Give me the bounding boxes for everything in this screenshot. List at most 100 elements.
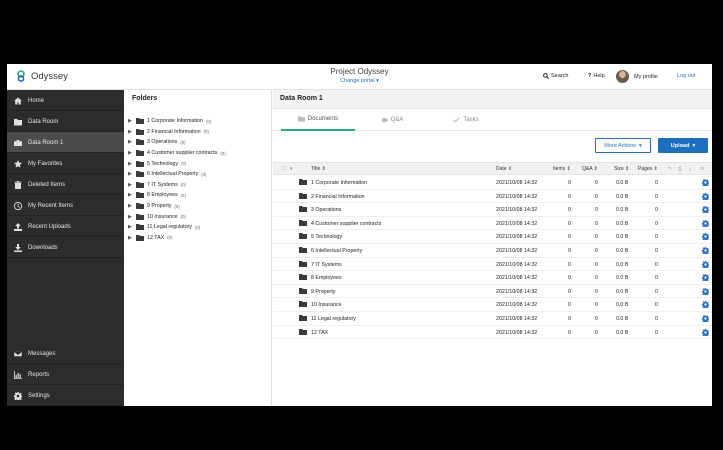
table-row[interactable]: 11 Legal regulatory 2021/10/08 14:32 0 0 0.0…	[273, 312, 712, 326]
profile-link[interactable]: My profile	[616, 70, 658, 83]
upload-icon	[13, 222, 22, 231]
row-title[interactable]: 5 Technology	[311, 234, 342, 240]
folder-tree-item[interactable]: ▶ 5 Technology (0)	[128, 158, 186, 169]
row-settings-icon[interactable]	[702, 274, 709, 282]
row-settings-icon[interactable]	[702, 233, 709, 241]
table-row[interactable]: 3 Operations 2021/10/08 14:32 0 0 0.0 B 0	[273, 203, 712, 217]
expand-caret-icon[interactable]: ▶	[128, 182, 133, 188]
row-title[interactable]: 6 Intellectual Property	[311, 248, 362, 254]
folder-name: 7 IT Systems	[147, 181, 178, 188]
row-settings-icon[interactable]	[702, 328, 709, 336]
print-icon[interactable]: ⎙	[678, 166, 682, 172]
sidebar-item-recent-uploads[interactable]: Recent Uploads	[7, 216, 124, 237]
sidebar-item-my-favorites[interactable]: My Favorites	[7, 153, 124, 174]
expand-caret-icon[interactable]: ▶	[128, 192, 133, 198]
row-title[interactable]: 12 TAX	[311, 330, 328, 336]
expand-caret-icon[interactable]: ▶	[128, 203, 133, 209]
column-size[interactable]: Size ⇕	[614, 166, 629, 172]
column-qa[interactable]: Q&A ⇕	[582, 166, 598, 172]
sidebar-item-deleted-items[interactable]: Deleted Items	[7, 174, 124, 195]
help-link[interactable]: ? Help	[588, 73, 605, 79]
folder-tree-item[interactable]: ▶ 7 IT Systems (0)	[128, 180, 186, 191]
row-title[interactable]: 4 Customer supplier contracts	[311, 221, 381, 227]
folder-tree-item[interactable]: ▶ 4 Customer supplier contracts (0)	[128, 148, 226, 159]
table-row[interactable]: 8 Employees 2021/10/08 14:32 0 0 0.0 B 0	[273, 271, 712, 285]
sidebar-item-my-recent-items[interactable]: My Recent Items	[7, 195, 124, 216]
row-title[interactable]: 1 Corporate Information	[311, 180, 367, 186]
table-row[interactable]: 5 Technology 2021/10/08 14:32 0 0 0.0 B 0	[273, 230, 712, 244]
expand-caret-icon[interactable]: ▶	[128, 161, 133, 167]
table-row[interactable]: 12 TAX 2021/10/08 14:32 0 0 0.0 B 0	[273, 326, 712, 340]
row-title[interactable]: 8 Employees	[311, 275, 342, 281]
column-pages[interactable]: Pages ⇕	[638, 166, 658, 172]
row-settings-icon[interactable]	[702, 206, 709, 214]
logout-link[interactable]: Log out	[677, 73, 695, 79]
expand-caret-icon[interactable]: ▶	[128, 235, 133, 241]
settings-icon[interactable]: ⚙	[700, 166, 704, 172]
sidebar-item-messages[interactable]: Messages	[7, 343, 124, 364]
column-date[interactable]: Date ⇕	[496, 166, 512, 172]
row-title[interactable]: 7 IT Systems	[311, 262, 342, 268]
row-settings-icon[interactable]	[702, 219, 709, 227]
tab-documents[interactable]: Documents	[281, 109, 355, 131]
expand-caret-icon[interactable]: ▶	[128, 214, 133, 220]
upload-button[interactable]: Upload ▾	[658, 138, 708, 153]
sidebar-item-settings[interactable]: Settings	[7, 385, 124, 406]
sidebar-item-data-room-1[interactable]: Data Room 1	[7, 132, 124, 153]
expand-caret-icon[interactable]: ▶	[128, 139, 133, 145]
row-settings-icon[interactable]	[702, 247, 709, 254]
column-items[interactable]: Items ⇕	[553, 166, 571, 172]
tab-qa[interactable]: Q&A	[355, 109, 429, 131]
edit-icon[interactable]: ✎	[668, 166, 672, 172]
row-title[interactable]: 11 Legal regulatory	[311, 316, 356, 322]
row-settings-icon[interactable]	[702, 179, 709, 186]
table-row[interactable]: 9 Property 2021/10/08 14:32 0 0 0.0 B 0	[273, 285, 712, 299]
folder-tree-item[interactable]: ▶ 9 Property (0)	[128, 201, 180, 212]
folder-tree-item[interactable]: ▶ 6 Intellectual Property (0)	[128, 169, 207, 180]
table-row[interactable]: 7 IT Systems 2021/10/08 14:32 0 0 0.0 B 0	[273, 258, 712, 272]
expand-caret-icon[interactable]: ▶	[128, 129, 133, 135]
folder-tree-item[interactable]: ▶ 8 Employees (0)	[128, 190, 186, 201]
row-settings-icon[interactable]	[702, 301, 709, 309]
row-title[interactable]: 2 Financial Information	[311, 194, 365, 200]
row-date: 2021/10/08 14:32	[496, 220, 538, 227]
table-row[interactable]: 6 Intellectual Property 2021/10/08 14:32 0…	[273, 244, 712, 258]
expand-caret-icon[interactable]: ▶	[128, 118, 133, 124]
download-icon[interactable]: ⤓	[689, 166, 691, 172]
sidebar-item-home[interactable]: Home	[7, 90, 124, 111]
table-row[interactable]: 2 Financial Information 2021/10/08 14:32 0…	[273, 190, 712, 204]
project-switcher: Project Odyssey Change portal ▾	[7, 67, 712, 84]
row-title[interactable]: 3 Operations	[311, 207, 341, 213]
folder-icon	[299, 247, 307, 255]
row-settings-icon[interactable]	[702, 287, 709, 295]
folder-tree-item[interactable]: ▶ 2 Financial Information (0)	[128, 127, 209, 138]
sidebar-item-downloads[interactable]: Downloads	[7, 237, 124, 258]
sidebar-item-data-room[interactable]: Data Room	[7, 111, 124, 132]
folder-tree-item[interactable]: ▶ 12 TAX (0)	[128, 233, 172, 244]
folder-tree-item[interactable]: ▶ 1 Corporate Information (0)	[128, 116, 211, 127]
sidebar-item-reports[interactable]: Reports	[7, 364, 124, 385]
row-settings-icon[interactable]	[702, 192, 709, 200]
table-row[interactable]: 10 Insurance 2021/10/08 14:32 0 0 0.0 B 0	[273, 298, 712, 312]
expand-caret-icon[interactable]: ▶	[128, 171, 133, 177]
row-title[interactable]: 10 Insurance	[311, 302, 342, 308]
folder-tree-item[interactable]: ▶ 3 Operations (0)	[128, 137, 186, 148]
folder-tree-item[interactable]: ▶ 10 Insurance (0)	[128, 211, 186, 222]
row-settings-icon[interactable]	[702, 315, 709, 322]
select-all-checkbox[interactable]: ☐	[282, 166, 286, 172]
tab-tasks[interactable]: Tasks	[429, 109, 503, 131]
table-row[interactable]: 4 Customer supplier contracts 2021/10/08 …	[273, 217, 712, 231]
more-actions-button[interactable]: More Actions ▾	[595, 138, 651, 153]
column-title[interactable]: Title ⇕	[311, 166, 326, 172]
folder-tree-item[interactable]: ▶ 11 Legal regulatory (0)	[128, 222, 200, 233]
row-size: 0.0 B	[616, 248, 629, 254]
search-icon	[543, 73, 549, 79]
table-row[interactable]: 1 Corporate Information 2021/10/08 14:32 0…	[273, 176, 712, 190]
row-settings-icon[interactable]	[702, 260, 709, 268]
row-title[interactable]: 9 Property	[311, 289, 335, 295]
search-link[interactable]: Search	[543, 73, 568, 79]
folder-name: 11 Legal regulatory	[147, 224, 192, 231]
expand-caret-icon[interactable]: ▶	[128, 150, 133, 156]
change-portal-link[interactable]: Change portal ▾	[7, 78, 712, 84]
expand-caret-icon[interactable]: ▶	[128, 224, 133, 230]
